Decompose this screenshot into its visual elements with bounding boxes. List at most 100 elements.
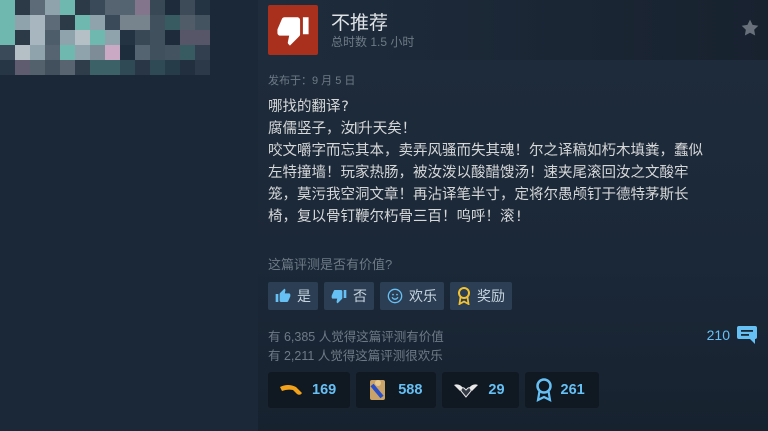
winged-heart-icon bbox=[454, 384, 479, 398]
scroll-icon bbox=[370, 380, 386, 400]
mosaic-pixel bbox=[135, 15, 150, 30]
award-button[interactable]: 奖励 bbox=[450, 282, 512, 310]
mosaic-pixel bbox=[180, 15, 195, 30]
mosaic-pixel bbox=[195, 30, 210, 45]
mosaic-pixel bbox=[75, 45, 90, 60]
mosaic-pixel bbox=[165, 30, 180, 45]
pixelated-avatar-area bbox=[0, 0, 210, 80]
boomerang-icon bbox=[280, 385, 302, 395]
mosaic-pixel bbox=[195, 45, 210, 60]
mosaic-pixel bbox=[0, 15, 15, 30]
mosaic-pixel bbox=[180, 45, 195, 60]
mosaic-pixel bbox=[90, 60, 105, 75]
mosaic-pixel bbox=[0, 45, 15, 60]
mosaic-pixel bbox=[60, 60, 75, 75]
mosaic-pixel bbox=[75, 60, 90, 75]
award-count: 169 bbox=[312, 382, 337, 398]
mosaic-pixel bbox=[195, 15, 210, 30]
recommendation-title: 不推荐 bbox=[331, 13, 389, 34]
mosaic-pixel bbox=[45, 15, 60, 30]
mosaic-pixel bbox=[135, 60, 150, 75]
mosaic-pixel bbox=[30, 45, 45, 60]
mosaic-pixel bbox=[180, 0, 195, 15]
mosaic-pixel bbox=[45, 60, 60, 75]
mosaic-pixel bbox=[15, 0, 30, 15]
thumbs-down-badge bbox=[268, 5, 318, 55]
mosaic-pixel bbox=[60, 30, 75, 45]
award-medal[interactable]: 261 bbox=[524, 372, 599, 408]
mosaic-pixel bbox=[90, 45, 105, 60]
thumbs-up-icon bbox=[275, 288, 291, 302]
funny-count-text: 有 2,211 人觉得这篇评测很欢乐 bbox=[268, 349, 443, 363]
awards-row: 169 588 29 261 bbox=[268, 372, 599, 408]
award-ribbon-icon bbox=[458, 287, 470, 305]
mosaic-pixel bbox=[30, 30, 45, 45]
comments-link[interactable]: 210 bbox=[707, 325, 758, 345]
mosaic-pixel bbox=[105, 15, 120, 30]
mosaic-pixel bbox=[165, 45, 180, 60]
mosaic-pixel bbox=[135, 30, 150, 45]
mosaic-pixel bbox=[165, 60, 180, 75]
comment-bubble-icon bbox=[737, 326, 757, 344]
mosaic-pixel bbox=[45, 0, 60, 15]
left-panel bbox=[0, 0, 258, 431]
mosaic-pixel bbox=[75, 15, 90, 30]
mosaic-pixel bbox=[60, 45, 75, 60]
award-winged-heart[interactable]: 29 bbox=[442, 372, 519, 408]
award-medal-icon bbox=[535, 378, 552, 402]
mosaic-pixel bbox=[120, 45, 135, 60]
mosaic-pixel bbox=[180, 60, 195, 75]
thumbs-down-small-icon bbox=[331, 290, 347, 304]
review-body: 哪找的翻译? 腐儒竖子，汝𝄃升天矣！ 咬文嚼字而忘其本，卖弄风骚而失其魂！尔之译… bbox=[268, 99, 703, 225]
mosaic-pixel bbox=[150, 45, 165, 60]
mosaic-pixel bbox=[60, 0, 75, 15]
mosaic-pixel bbox=[105, 60, 120, 75]
mosaic-pixel bbox=[0, 60, 15, 75]
mosaic-pixel bbox=[45, 45, 60, 60]
mosaic-pixel bbox=[15, 15, 30, 30]
mosaic-pixel bbox=[150, 15, 165, 30]
mosaic-pixel bbox=[30, 60, 45, 75]
award-button-label: 奖励 bbox=[477, 288, 505, 304]
vote-funny-button[interactable]: 欢乐 bbox=[380, 282, 444, 310]
mosaic-pixel bbox=[75, 0, 90, 15]
helpful-question: 这篇评测是否有价值? bbox=[268, 257, 393, 272]
mosaic-pixel bbox=[90, 0, 105, 15]
playtime-hours: 总时数 1.5 小时 bbox=[331, 35, 415, 49]
mosaic-pixel bbox=[0, 30, 15, 45]
comment-count: 210 bbox=[706, 327, 730, 343]
vote-buttons: 是 否 欢乐 奖励 bbox=[268, 282, 512, 310]
mosaic-pixel bbox=[90, 15, 105, 30]
mosaic-pixel bbox=[150, 0, 165, 15]
mosaic-pixel bbox=[15, 60, 30, 75]
mosaic-pixel bbox=[195, 0, 210, 15]
award-count: 261 bbox=[560, 382, 585, 398]
mosaic-pixel bbox=[45, 30, 60, 45]
vote-no-button[interactable]: 否 bbox=[324, 282, 374, 310]
mosaic-pixel bbox=[60, 15, 75, 30]
mosaic-pixel bbox=[120, 15, 135, 30]
mosaic-pixel bbox=[105, 45, 120, 60]
mosaic-pixel bbox=[150, 60, 165, 75]
mosaic-pixel bbox=[15, 45, 30, 60]
mosaic-pixel bbox=[165, 0, 180, 15]
mosaic-pixel bbox=[120, 60, 135, 75]
star-icon[interactable] bbox=[740, 18, 760, 43]
award-boomerang[interactable]: 169 bbox=[268, 372, 351, 408]
vote-yes-button[interactable]: 是 bbox=[268, 282, 318, 310]
award-count: 588 bbox=[398, 382, 423, 398]
mosaic-pixel bbox=[150, 30, 165, 45]
smiley-icon bbox=[387, 288, 403, 304]
mosaic-pixel bbox=[135, 0, 150, 15]
vote-no-label: 否 bbox=[353, 288, 367, 304]
mosaic-pixel bbox=[15, 30, 30, 45]
review-panel: 不推荐 总时数 1.5 小时 发布于：9 月 5 日 哪找的翻译? 腐儒竖子，汝… bbox=[258, 0, 768, 431]
thumbs-down-icon bbox=[277, 17, 309, 46]
mosaic-pixel bbox=[195, 60, 210, 75]
mosaic-pixel bbox=[165, 15, 180, 30]
award-scroll[interactable]: 588 bbox=[356, 372, 437, 408]
award-count: 29 bbox=[488, 382, 505, 398]
mosaic-pixel bbox=[180, 30, 195, 45]
mosaic-pixel bbox=[120, 0, 135, 15]
vote-yes-label: 是 bbox=[297, 288, 311, 304]
